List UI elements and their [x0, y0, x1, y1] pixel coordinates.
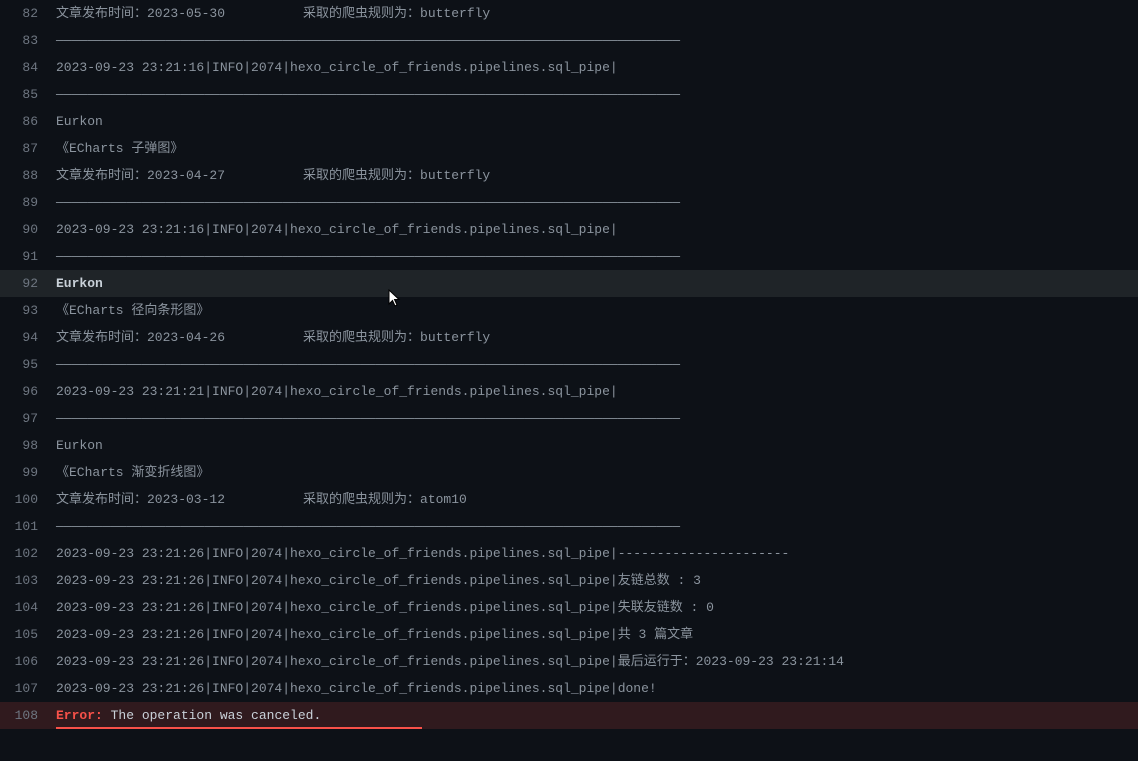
- line-content-error: Error: The operation was canceled.: [56, 706, 1138, 726]
- line-number: 101: [0, 517, 56, 537]
- line-number: 89: [0, 193, 56, 213]
- log-line[interactable]: 87《ECharts 子弹图》: [0, 135, 1138, 162]
- line-content: 《ECharts 渐变折线图》: [56, 463, 1138, 483]
- line-content: 2023-09-23 23:21:21|INFO|2074|hexo_circl…: [56, 382, 1138, 402]
- line-number: 96: [0, 382, 56, 402]
- line-content: ————————————————————————————————————————…: [56, 517, 1138, 537]
- log-line[interactable]: 85——————————————————————————————————————…: [0, 81, 1138, 108]
- line-content: 2023-09-23 23:21:26|INFO|2074|hexo_circl…: [56, 625, 1138, 645]
- line-content: 2023-09-23 23:21:26|INFO|2074|hexo_circl…: [56, 652, 1138, 672]
- line-content: ————————————————————————————————————————…: [56, 247, 1138, 267]
- log-line[interactable]: 100文章发布时间：2023-03-12 采取的爬虫规则为：atom10: [0, 486, 1138, 513]
- log-line[interactable]: 89——————————————————————————————————————…: [0, 189, 1138, 216]
- error-text: The operation was canceled.: [103, 708, 321, 723]
- line-content: 2023-09-23 23:21:16|INFO|2074|hexo_circl…: [56, 220, 1138, 240]
- line-number: 105: [0, 625, 56, 645]
- log-line[interactable]: 83——————————————————————————————————————…: [0, 27, 1138, 54]
- line-number: 83: [0, 31, 56, 51]
- line-number: 104: [0, 598, 56, 618]
- line-content: 《ECharts 子弹图》: [56, 139, 1138, 159]
- log-line[interactable]: 1072023-09-23 23:21:26|INFO|2074|hexo_ci…: [0, 675, 1138, 702]
- log-line[interactable]: 86Eurkon: [0, 108, 1138, 135]
- line-number: 98: [0, 436, 56, 456]
- error-underline: [56, 727, 422, 729]
- log-line[interactable]: 99《ECharts 渐变折线图》: [0, 459, 1138, 486]
- line-number: 93: [0, 301, 56, 321]
- log-line[interactable]: 1062023-09-23 23:21:26|INFO|2074|hexo_ci…: [0, 648, 1138, 675]
- line-number: 86: [0, 112, 56, 132]
- log-line[interactable]: 92Eurkon: [0, 270, 1138, 297]
- line-number: 85: [0, 85, 56, 105]
- line-content: ————————————————————————————————————————…: [56, 355, 1138, 375]
- log-line[interactable]: 1032023-09-23 23:21:26|INFO|2074|hexo_ci…: [0, 567, 1138, 594]
- line-content: 文章发布时间：2023-03-12 采取的爬虫规则为：atom10: [56, 490, 1138, 510]
- line-content: ————————————————————————————————————————…: [56, 409, 1138, 429]
- line-number: 84: [0, 58, 56, 78]
- line-content: 文章发布时间：2023-04-26 采取的爬虫规则为：butterfly: [56, 328, 1138, 348]
- log-line[interactable]: 101—————————————————————————————————————…: [0, 513, 1138, 540]
- line-number: 82: [0, 4, 56, 24]
- line-number: 97: [0, 409, 56, 429]
- line-content: ————————————————————————————————————————…: [56, 193, 1138, 213]
- log-line[interactable]: 97——————————————————————————————————————…: [0, 405, 1138, 432]
- log-line[interactable]: 98Eurkon: [0, 432, 1138, 459]
- error-label: Error:: [56, 708, 103, 723]
- line-content: ————————————————————————————————————————…: [56, 85, 1138, 105]
- log-line[interactable]: 82文章发布时间：2023-05-30 采取的爬虫规则为：butterfly: [0, 0, 1138, 27]
- line-number: 106: [0, 652, 56, 672]
- line-number: 92: [0, 274, 56, 294]
- log-line-error[interactable]: 108 Error: The operation was canceled.: [0, 702, 1138, 729]
- line-content: 2023-09-23 23:21:26|INFO|2074|hexo_circl…: [56, 571, 1138, 591]
- line-content: Eurkon: [56, 112, 1138, 132]
- line-content: 2023-09-23 23:21:26|INFO|2074|hexo_circl…: [56, 679, 1138, 699]
- line-number: 99: [0, 463, 56, 483]
- line-content: 文章发布时间：2023-05-30 采取的爬虫规则为：butterfly: [56, 4, 1138, 24]
- log-line[interactable]: 91——————————————————————————————————————…: [0, 243, 1138, 270]
- log-line[interactable]: 93《ECharts 径向条形图》: [0, 297, 1138, 324]
- log-line[interactable]: 962023-09-23 23:21:21|INFO|2074|hexo_cir…: [0, 378, 1138, 405]
- line-content: 2023-09-23 23:21:26|INFO|2074|hexo_circl…: [56, 598, 1138, 618]
- line-number: 95: [0, 355, 56, 375]
- line-content: Eurkon: [56, 436, 1138, 456]
- line-number: 90: [0, 220, 56, 240]
- log-line[interactable]: 842023-09-23 23:21:16|INFO|2074|hexo_cir…: [0, 54, 1138, 81]
- line-content: Eurkon: [56, 274, 1138, 294]
- line-number: 102: [0, 544, 56, 564]
- log-line[interactable]: 1052023-09-23 23:21:26|INFO|2074|hexo_ci…: [0, 621, 1138, 648]
- line-number: 94: [0, 328, 56, 348]
- line-content: ————————————————————————————————————————…: [56, 31, 1138, 51]
- line-number: 108: [0, 706, 56, 726]
- line-content: 2023-09-23 23:21:26|INFO|2074|hexo_circl…: [56, 544, 1138, 564]
- line-number: 103: [0, 571, 56, 591]
- line-content: 《ECharts 径向条形图》: [56, 301, 1138, 321]
- log-line[interactable]: 94文章发布时间：2023-04-26 采取的爬虫规则为：butterfly: [0, 324, 1138, 351]
- log-line[interactable]: 88文章发布时间：2023-04-27 采取的爬虫规则为：butterfly: [0, 162, 1138, 189]
- log-line[interactable]: 1042023-09-23 23:21:26|INFO|2074|hexo_ci…: [0, 594, 1138, 621]
- log-line[interactable]: 95——————————————————————————————————————…: [0, 351, 1138, 378]
- line-number: 88: [0, 166, 56, 186]
- line-number: 100: [0, 490, 56, 510]
- log-container: 82文章发布时间：2023-05-30 采取的爬虫规则为：butterfly83…: [0, 0, 1138, 729]
- line-number: 107: [0, 679, 56, 699]
- log-line[interactable]: 1022023-09-23 23:21:26|INFO|2074|hexo_ci…: [0, 540, 1138, 567]
- line-content: 文章发布时间：2023-04-27 采取的爬虫规则为：butterfly: [56, 166, 1138, 186]
- line-number: 91: [0, 247, 56, 267]
- line-content: 2023-09-23 23:21:16|INFO|2074|hexo_circl…: [56, 58, 1138, 78]
- line-number: 87: [0, 139, 56, 159]
- log-line[interactable]: 902023-09-23 23:21:16|INFO|2074|hexo_cir…: [0, 216, 1138, 243]
